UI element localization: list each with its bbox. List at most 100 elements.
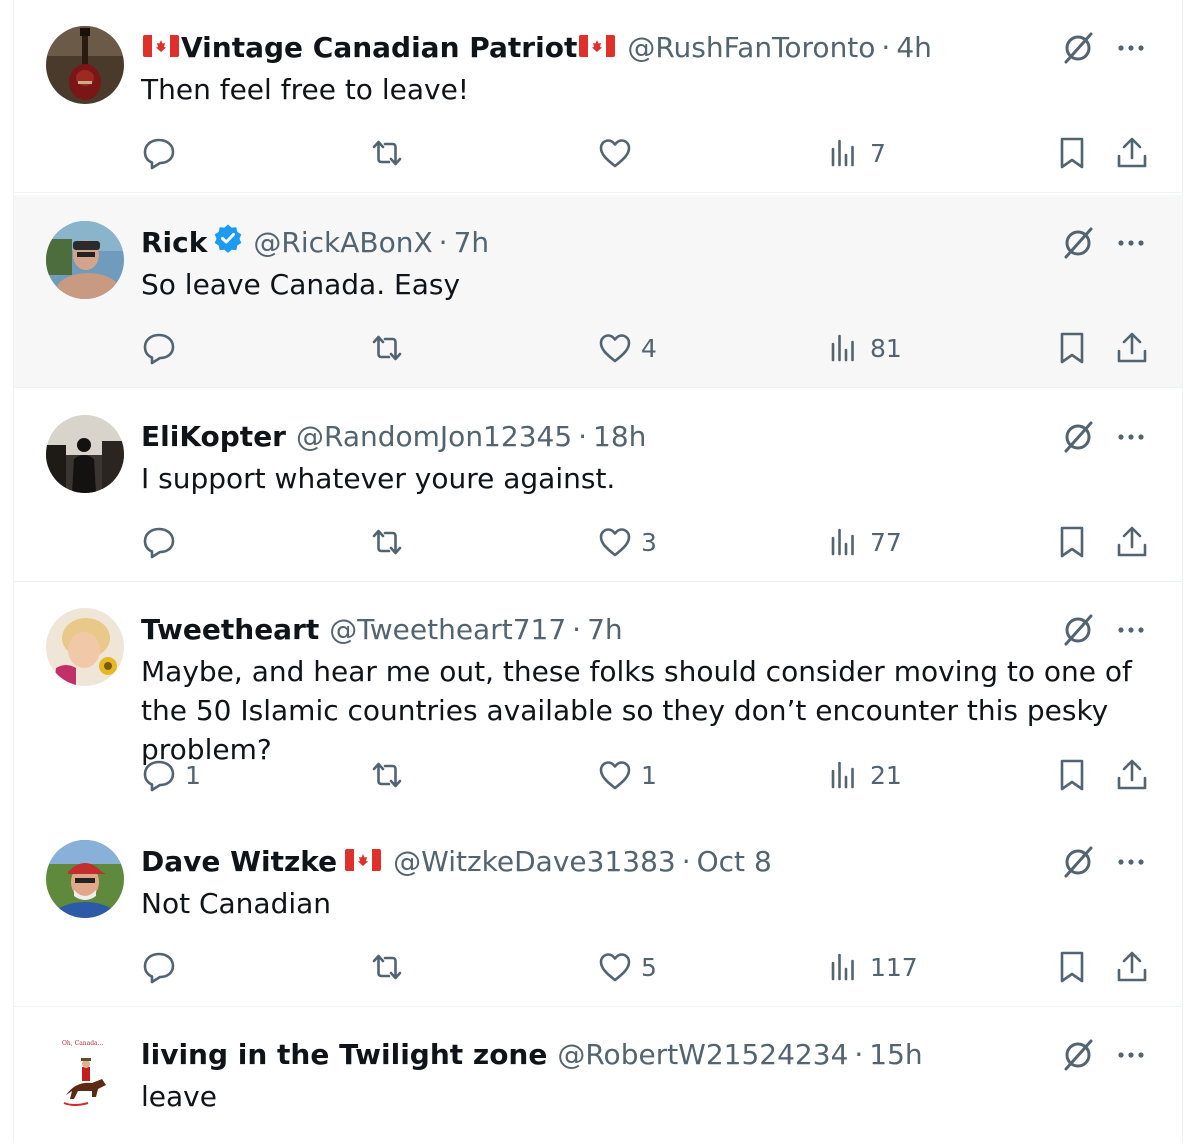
tweet-text: So leave Canada. Easy — [141, 268, 461, 301]
reply-button[interactable] — [141, 520, 185, 564]
avatar[interactable] — [46, 221, 124, 299]
guitar-avatar — [46, 26, 124, 104]
handle[interactable]: @Tweetheart717 — [329, 611, 566, 649]
views-bar-icon — [831, 953, 854, 981]
heart-icon — [599, 761, 631, 790]
tweet[interactable]: Tweetheart @Tweetheart717 · 7h Maybe, an… — [14, 582, 1182, 815]
avatar[interactable] — [46, 608, 124, 686]
views-button[interactable]: 7 — [826, 131, 886, 175]
share-button[interactable] — [1114, 753, 1150, 797]
reply-button[interactable] — [141, 131, 185, 175]
retweet-icon — [372, 335, 402, 361]
timestamp[interactable]: 7h — [454, 224, 490, 262]
grok-slash-icon[interactable] — [1060, 225, 1096, 261]
retweet-button[interactable] — [369, 753, 405, 797]
retweet-button[interactable] — [369, 520, 405, 564]
retweet-icon — [372, 529, 402, 555]
separator-dot: · — [854, 1038, 864, 1071]
heart-icon — [599, 139, 631, 168]
timestamp[interactable]: 7h — [587, 611, 623, 649]
more-dots-icon[interactable] — [1114, 419, 1148, 455]
handle[interactable]: @WitzkeDave31383 — [393, 843, 676, 881]
tweet-actions: 5 117 — [14, 945, 1182, 989]
reply-icon — [143, 952, 175, 984]
tweet[interactable]: Vintage Canadian Patriot @RushFanToronto… — [14, 0, 1182, 193]
like-button[interactable]: 3 — [597, 520, 657, 564]
timestamp[interactable]: 18h — [593, 418, 646, 456]
grok-slash-icon[interactable] — [1060, 844, 1096, 880]
more-dots-icon[interactable] — [1114, 844, 1148, 880]
share-button[interactable] — [1114, 131, 1150, 175]
share-icon — [1117, 526, 1147, 557]
tweet[interactable]: Rick @RickABonX · 7h So leave Canada. Ea… — [14, 195, 1182, 388]
handle[interactable]: @RickABonX — [253, 224, 432, 262]
share-icon — [1117, 759, 1147, 790]
man-cap-avatar — [46, 840, 124, 918]
display-name[interactable]: EliKopter — [141, 418, 286, 456]
share-button[interactable] — [1114, 326, 1150, 370]
retweet-icon — [372, 762, 402, 788]
silhouette-avatar — [46, 415, 124, 493]
display-name[interactable]: living in the Twilight zone — [141, 1036, 547, 1074]
reply-button[interactable] — [141, 945, 185, 989]
more-dots-icon[interactable] — [1114, 30, 1148, 66]
grok-slash-icon[interactable] — [1060, 1037, 1096, 1073]
handle[interactable]: @RandomJon12345 — [296, 418, 572, 456]
bookmark-button[interactable] — [1054, 520, 1090, 564]
tweet[interactable]: Oh, Canada... living in the Twilight zon… — [14, 1007, 1182, 1147]
bookmark-button[interactable] — [1054, 753, 1090, 797]
reply-button[interactable] — [141, 326, 185, 370]
avatar[interactable] — [46, 415, 124, 493]
view-count: 21 — [870, 760, 902, 790]
avatar[interactable] — [46, 26, 124, 104]
share-icon — [1117, 137, 1147, 168]
handle[interactable]: @RobertW21524234 — [557, 1036, 848, 1074]
retweet-button[interactable] — [369, 326, 405, 370]
grok-slash-icon[interactable] — [1060, 30, 1096, 66]
like-button[interactable]: 5 — [597, 945, 657, 989]
views-button[interactable]: 21 — [826, 753, 902, 797]
reply-button[interactable]: 1 — [141, 753, 201, 797]
display-name[interactable]: Tweetheart — [141, 611, 319, 649]
retweet-button[interactable] — [369, 131, 405, 175]
views-button[interactable]: 81 — [826, 326, 902, 370]
views-button[interactable]: 117 — [826, 945, 918, 989]
more-dots-icon[interactable] — [1114, 1037, 1148, 1073]
bookmark-button[interactable] — [1054, 131, 1090, 175]
share-button[interactable] — [1114, 945, 1150, 989]
avatar[interactable] — [46, 840, 124, 918]
handle[interactable]: @RushFanToronto — [627, 29, 875, 67]
like-button[interactable] — [597, 131, 641, 175]
bookmark-button[interactable] — [1054, 945, 1090, 989]
timestamp[interactable]: 4h — [896, 29, 932, 67]
timestamp[interactable]: Oct 8 — [697, 843, 772, 881]
like-button[interactable]: 1 — [597, 753, 657, 797]
tweet[interactable]: Dave Witzke @WitzkeDave31383 · Oct 8 Not… — [14, 814, 1182, 1007]
reply-icon — [143, 333, 175, 365]
more-dots-icon[interactable] — [1114, 225, 1148, 261]
more-dots-icon[interactable] — [1114, 612, 1148, 648]
reply-icon — [143, 527, 175, 559]
views-bar-icon — [831, 528, 854, 556]
timestamp[interactable]: 15h — [869, 1036, 922, 1074]
grok-slash-icon[interactable] — [1060, 419, 1096, 455]
grok-slash-icon[interactable] — [1060, 612, 1096, 648]
display-name[interactable]: Rick — [141, 224, 207, 262]
bookmark-button[interactable] — [1054, 326, 1090, 370]
display-name[interactable]: Vintage Canadian Patriot — [181, 29, 577, 67]
views-button[interactable]: 77 — [826, 520, 902, 564]
display-name[interactable]: Dave Witzke — [141, 843, 337, 881]
canada-flag-icon — [579, 29, 616, 67]
retweet-button[interactable] — [369, 945, 405, 989]
avatar-caption: Oh, Canada... — [62, 1040, 103, 1047]
like-button[interactable]: 4 — [597, 326, 657, 370]
view-count: 7 — [870, 138, 886, 168]
avatar[interactable]: Oh, Canada... — [46, 1033, 124, 1111]
bookmark-icon — [1060, 137, 1084, 169]
tweet[interactable]: EliKopter @RandomJon12345 · 18h I suppor… — [14, 389, 1182, 582]
view-count: 81 — [870, 333, 902, 363]
reply-count: 1 — [185, 760, 201, 790]
separator-dot: · — [572, 613, 582, 646]
share-button[interactable] — [1114, 520, 1150, 564]
share-icon — [1117, 332, 1147, 363]
